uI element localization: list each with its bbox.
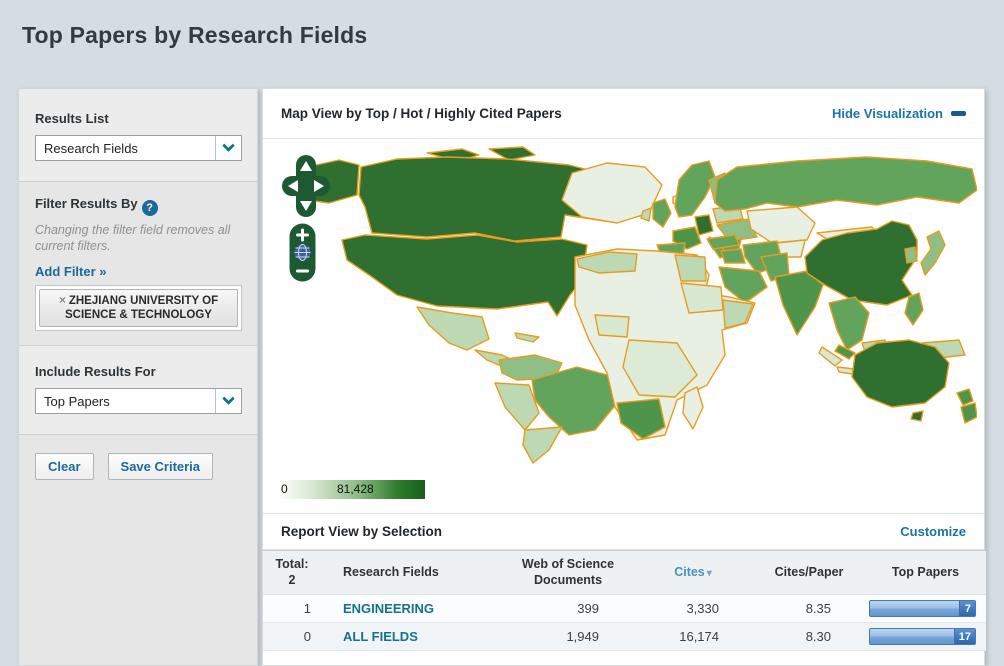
table-header-row: Total: 2 Research Fields Web of Science … bbox=[263, 551, 986, 595]
map-country-korea[interactable] bbox=[905, 247, 917, 263]
map-country-cuba[interactable] bbox=[515, 333, 539, 342]
globe-icon[interactable] bbox=[295, 245, 311, 261]
page-title: Top Papers by Research Fields bbox=[22, 22, 367, 49]
map-region-west-africa[interactable] bbox=[595, 315, 629, 337]
top-papers-bar: 17 bbox=[869, 628, 976, 645]
cites-header[interactable]: Cites▾ bbox=[633, 551, 753, 595]
map-area: 0 81,428 bbox=[263, 139, 984, 513]
row-cites: 3,330 bbox=[633, 595, 753, 623]
research-fields-header[interactable]: Research Fields bbox=[321, 551, 503, 595]
map-country-germany[interactable] bbox=[695, 215, 713, 235]
criteria-buttons-section: Clear Save Criteria bbox=[19, 434, 257, 500]
filter-tag[interactable]: ×ZHEJIANG UNIVERSITY OF SCIENCE & TECHNO… bbox=[39, 289, 238, 328]
map-region-argentina-chile[interactable] bbox=[523, 427, 562, 463]
top-papers-value: 17 bbox=[954, 629, 975, 644]
report-view-title: Report View by Selection bbox=[281, 524, 442, 539]
cites-per-paper-header[interactable]: Cites/Paper bbox=[753, 551, 865, 595]
include-results-dropdown-button[interactable] bbox=[215, 389, 241, 413]
cites-sort-link[interactable]: Cites bbox=[674, 565, 705, 579]
wos-documents-header[interactable]: Web of Science Documents bbox=[503, 551, 633, 595]
hide-visualization-link[interactable]: Hide Visualization bbox=[832, 106, 966, 121]
map-country-new-zealand-north[interactable] bbox=[957, 389, 973, 405]
chevron-down-icon bbox=[222, 139, 235, 152]
row-rank: 1 bbox=[263, 595, 321, 623]
filters-sidebar: Results List Research Fields Filter Resu… bbox=[18, 88, 258, 666]
results-list-selected-value: Research Fields bbox=[36, 141, 215, 156]
map-country-sudan[interactable] bbox=[681, 283, 723, 313]
field-link-all-fields[interactable]: ALL FIELDS bbox=[343, 629, 418, 644]
total-count: 2 bbox=[267, 573, 317, 589]
minus-icon bbox=[951, 111, 966, 116]
results-list-section: Results List Research Fields bbox=[19, 89, 257, 181]
table-row: 0 ALL FIELDS 1,949 16,174 8.30 17 bbox=[263, 623, 986, 651]
include-results-section: Include Results For Top Papers bbox=[19, 345, 257, 434]
filter-results-by-label: Filter Results By bbox=[35, 196, 138, 211]
map-country-india[interactable] bbox=[775, 271, 823, 335]
map-country-egypt[interactable] bbox=[675, 255, 706, 281]
world-map[interactable] bbox=[277, 145, 977, 477]
results-list-dropdown-button[interactable] bbox=[215, 136, 241, 160]
include-results-selected-value: Top Papers bbox=[36, 394, 215, 409]
row-wos-documents: 399 bbox=[503, 595, 633, 623]
results-list-label: Results List bbox=[35, 111, 241, 126]
report-table: Total: 2 Research Fields Web of Science … bbox=[263, 550, 986, 651]
results-list-dropdown[interactable]: Research Fields bbox=[35, 135, 242, 161]
row-rank: 0 bbox=[263, 623, 321, 651]
field-link-engineering[interactable]: ENGINEERING bbox=[343, 601, 434, 616]
map-region-indochina[interactable] bbox=[829, 297, 869, 350]
map-header-bar: Map View by Top / Hot / Highly Cited Pap… bbox=[263, 89, 984, 139]
close-icon[interactable]: × bbox=[59, 293, 66, 307]
include-results-dropdown[interactable]: Top Papers bbox=[35, 388, 242, 414]
filter-note-text: Changing the filter field removes all cu… bbox=[35, 222, 241, 255]
map-region-scandinavia[interactable] bbox=[675, 161, 715, 217]
map-region-iraq-syria[interactable] bbox=[721, 249, 745, 263]
total-label: Total: bbox=[267, 557, 317, 573]
map-country-mexico[interactable] bbox=[417, 307, 489, 350]
row-cites: 16,174 bbox=[633, 623, 753, 651]
map-country-brazil[interactable] bbox=[532, 367, 617, 435]
map-country-new-zealand-south[interactable] bbox=[961, 403, 977, 423]
top-papers-header[interactable]: Top Papers bbox=[865, 551, 986, 595]
map-island-tasmania[interactable] bbox=[911, 411, 923, 421]
help-icon[interactable]: ? bbox=[142, 200, 158, 216]
row-cites-per-paper: 8.30 bbox=[753, 623, 865, 651]
legend-max-value: 81,428 bbox=[337, 482, 374, 496]
filter-tag-box: ×ZHEJIANG UNIVERSITY OF SCIENCE & TECHNO… bbox=[35, 285, 242, 332]
map-country-russia[interactable] bbox=[715, 157, 977, 211]
legend-min-value: 0 bbox=[281, 482, 288, 496]
map-country-usa[interactable] bbox=[342, 235, 587, 316]
row-cites-per-paper: 8.35 bbox=[753, 595, 865, 623]
sort-descending-icon[interactable]: ▾ bbox=[707, 568, 712, 579]
map-zoom-control[interactable] bbox=[289, 223, 316, 283]
filter-tag-label: ZHEJIANG UNIVERSITY OF SCIENCE & TECHNOL… bbox=[65, 295, 218, 321]
map-country-philippines[interactable] bbox=[905, 293, 923, 325]
report-header-bar: Report View by Selection Customize bbox=[263, 513, 984, 550]
row-wos-documents: 1,949 bbox=[503, 623, 633, 651]
chevron-down-icon bbox=[222, 392, 235, 405]
filter-section: Filter Results By? Changing the filter f… bbox=[19, 181, 257, 345]
table-row: 1 ENGINEERING 399 3,330 8.35 7 bbox=[263, 595, 986, 623]
customize-link[interactable]: Customize bbox=[900, 524, 966, 539]
top-papers-bar: 7 bbox=[869, 600, 976, 617]
map-country-japan[interactable] bbox=[921, 231, 945, 275]
map-country-madagascar[interactable] bbox=[683, 387, 703, 429]
map-view-title: Map View by Top / Hot / Highly Cited Pap… bbox=[281, 106, 562, 121]
clear-button[interactable]: Clear bbox=[35, 453, 94, 480]
save-criteria-button[interactable]: Save Criteria bbox=[108, 453, 214, 480]
top-papers-value: 7 bbox=[959, 601, 975, 616]
map-region-peru-bolivia[interactable] bbox=[495, 383, 539, 430]
total-header: Total: 2 bbox=[263, 551, 321, 595]
map-country-uk[interactable] bbox=[653, 199, 671, 227]
add-filter-link[interactable]: Add Filter » bbox=[35, 264, 107, 279]
map-legend: 0 81,428 bbox=[277, 480, 425, 499]
map-country-australia[interactable] bbox=[852, 340, 949, 407]
visualization-panel: Map View by Top / Hot / Highly Cited Pap… bbox=[262, 88, 985, 666]
map-pan-control[interactable] bbox=[282, 155, 330, 219]
hide-visualization-label: Hide Visualization bbox=[832, 106, 943, 121]
map-region-horn-of-africa[interactable] bbox=[723, 300, 753, 328]
include-results-label: Include Results For bbox=[35, 364, 241, 379]
